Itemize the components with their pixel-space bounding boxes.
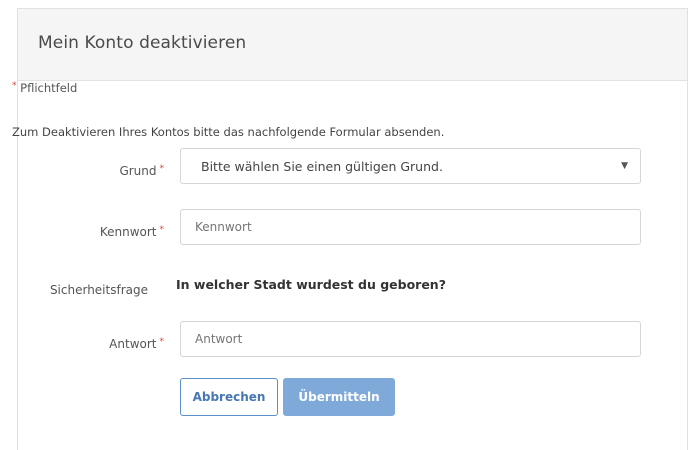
required-field-note: * Pflichtfeld [12,81,77,95]
security-question-text: In welcher Stadt wurdest du geboren? [176,277,446,292]
required-marker: * [159,164,165,174]
submit-button[interactable]: Übermitteln [283,378,395,416]
required-marker: * [159,337,165,347]
password-label-text: Kennwort [99,225,157,239]
panel-header: Mein Konto deaktivieren [18,9,687,81]
reason-label: Grund * [4,164,164,178]
page-title: Mein Konto deaktivieren [38,33,247,53]
reason-select[interactable]: Bitte wählen Sie einen gültigen Grund. ▼ [180,148,641,184]
answer-field[interactable] [180,321,641,357]
required-marker: * [12,81,17,91]
reason-select-value: Bitte wählen Sie einen gültigen Grund. [201,158,443,174]
answer-label-text: Antwort [109,337,157,351]
required-note-text: Pflichtfeld [20,81,78,95]
security-question-label: Sicherheitsfrage [49,283,148,297]
password-field[interactable] [180,209,641,245]
cancel-button[interactable]: Abbrechen [180,378,278,416]
reason-label-text: Grund [119,164,157,178]
answer-label: Antwort * [4,337,164,351]
intro-text: Zum Deaktivieren Ihres Kontos bitte das … [12,125,445,139]
password-label: Kennwort * [4,225,164,239]
required-marker: * [159,225,165,235]
chevron-down-icon: ▼ [621,161,628,171]
